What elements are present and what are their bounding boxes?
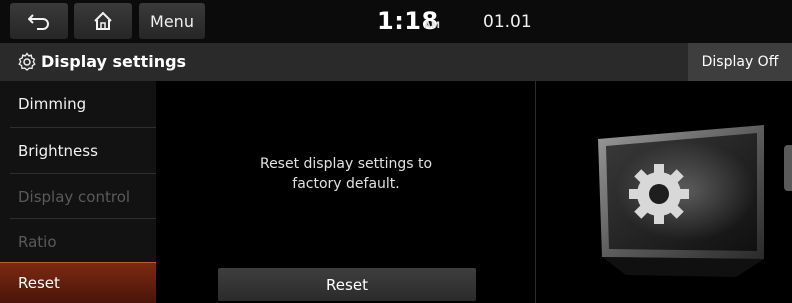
sidebar-item-display-control: Display control <box>18 188 131 206</box>
gear-icon <box>18 52 36 71</box>
main-content: Reset display settings to factory defaul… <box>156 81 536 303</box>
sidebar-item-ratio: Ratio <box>18 233 57 251</box>
display-gear-illustration-icon <box>598 125 764 277</box>
back-button[interactable] <box>10 3 68 39</box>
home-button[interactable] <box>74 3 132 39</box>
sidebar: Dimming Brightness Display control Ratio… <box>0 81 156 303</box>
reset-message-line2: factory default. <box>292 176 400 192</box>
back-arrow-icon <box>28 14 49 30</box>
status-bar: Menu 1:18 AM 01.01 <box>0 0 792 43</box>
panel-scroll-handle[interactable] <box>784 145 792 191</box>
page-title: Display settings <box>41 52 187 71</box>
sidebar-item-dimming[interactable]: Dimming <box>0 81 156 127</box>
date-display: 01.01 <box>483 12 532 32</box>
home-icon <box>94 11 112 30</box>
menu-button[interactable]: Menu <box>139 3 205 39</box>
reset-message: Reset display settings to factory defaul… <box>196 154 496 194</box>
reset-message-line1: Reset display settings to <box>259 156 433 172</box>
reset-button[interactable]: Reset <box>218 268 476 301</box>
sidebar-item-reset[interactable]: Reset <box>0 262 156 303</box>
display-off-button[interactable]: Display Off <box>688 43 792 81</box>
clock-ampm: AM <box>424 21 440 31</box>
sidebar-item-brightness[interactable]: Brightness <box>0 128 156 174</box>
preview-panel <box>536 81 792 303</box>
title-bar: Display settings Display Off <box>0 43 792 81</box>
